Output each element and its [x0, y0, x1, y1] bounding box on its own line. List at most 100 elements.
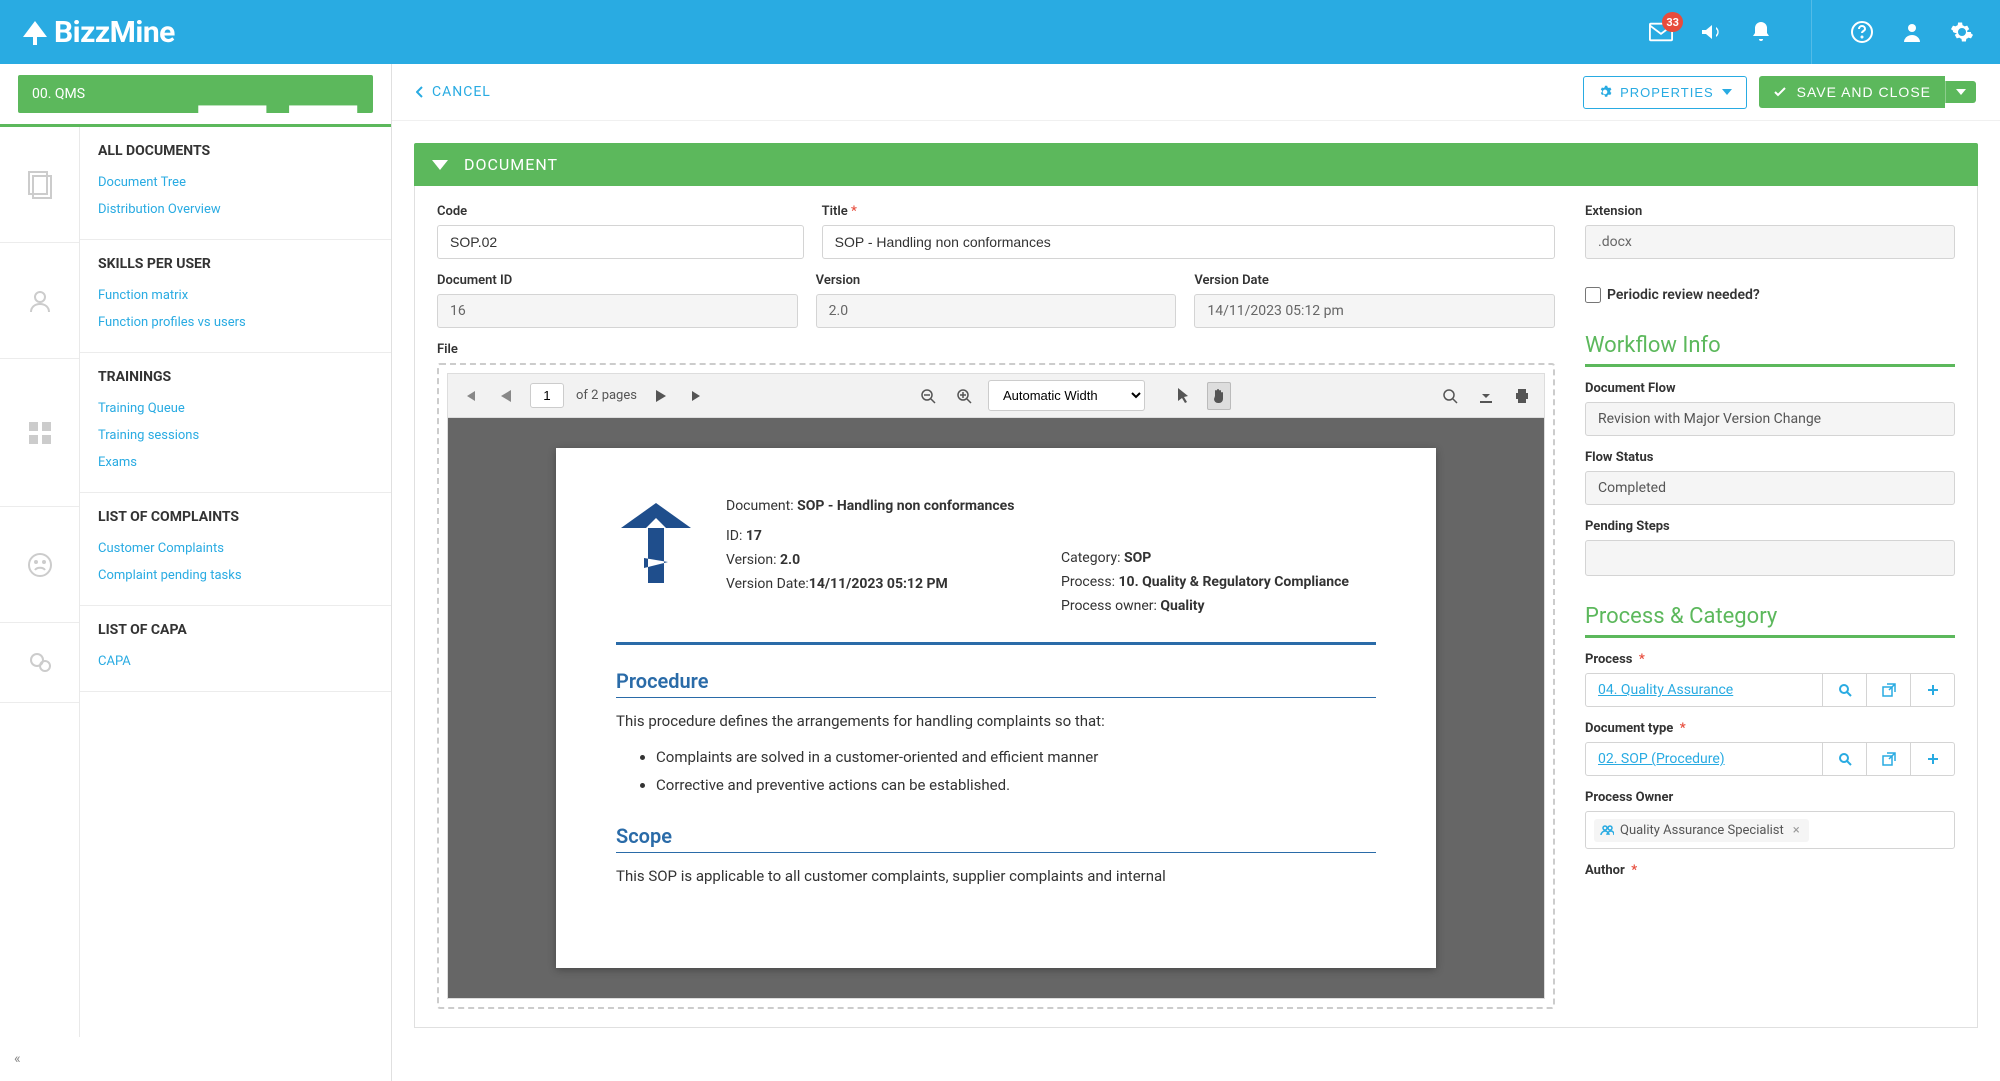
sidebar-icon-skills[interactable] — [0, 243, 79, 359]
owner-tag: Quality Assurance Specialist × — [1594, 819, 1809, 842]
extension-value: .docx — [1585, 225, 1955, 259]
file-viewer: of 2 pages Automatic Width — [437, 363, 1555, 1009]
version-date-value: 14/11/2023 05:12 pm — [1194, 294, 1555, 328]
code-label: Code — [437, 204, 804, 219]
process-add-icon[interactable] — [1911, 673, 1955, 707]
header-bar: BizzMine 33 — [0, 0, 2000, 64]
sidebar-section-title: LIST OF CAPA — [98, 622, 373, 638]
document-panel-title: DOCUMENT — [464, 155, 558, 174]
print-icon[interactable] — [1510, 382, 1534, 410]
sidebar-link-complaint-pending[interactable]: Complaint pending tasks — [98, 562, 373, 589]
last-page-icon[interactable] — [685, 382, 709, 410]
qms-selector[interactable]: 00. QMS — [18, 75, 373, 113]
save-button[interactable]: SAVE AND CLOSE — [1759, 76, 1945, 108]
first-page-icon[interactable] — [458, 382, 482, 410]
bell-icon[interactable] — [1749, 20, 1773, 44]
download-icon[interactable] — [1474, 382, 1498, 410]
module-icon — [196, 85, 360, 103]
sidebar-icon-trainings[interactable] — [0, 359, 79, 507]
cancel-button[interactable]: CANCEL — [416, 84, 491, 100]
zoom-out-icon[interactable] — [916, 382, 940, 410]
document-panel-header[interactable]: DOCUMENT — [414, 143, 1978, 186]
sidebar-section-title: TRAININGS — [98, 369, 373, 385]
owner-label: Process Owner — [1585, 790, 1955, 805]
collapse-sidebar[interactable]: « — [0, 1037, 391, 1081]
save-dropdown[interactable] — [1945, 81, 1976, 103]
header-icons: 33 — [1649, 0, 1980, 64]
version-value: 2.0 — [816, 294, 1177, 328]
messages-icon[interactable]: 33 — [1649, 20, 1673, 44]
process-search-icon[interactable] — [1823, 673, 1867, 707]
section-scope: Scope — [616, 824, 1376, 853]
logo-icon — [20, 17, 50, 47]
process-category-title: Process & Category — [1585, 604, 1955, 638]
file-toolbar: of 2 pages Automatic Width — [447, 373, 1545, 418]
search-icon[interactable] — [1438, 382, 1462, 410]
chevron-down-icon — [432, 160, 448, 170]
sidebar-link-exams[interactable]: Exams — [98, 449, 373, 476]
flow-label: Document Flow — [1585, 381, 1955, 396]
extension-label: Extension — [1585, 204, 1955, 219]
next-page-icon[interactable] — [649, 382, 673, 410]
hand-icon[interactable] — [1207, 382, 1231, 410]
page-sheet: Document: SOP - Handling non conformance… — [556, 448, 1436, 968]
qms-label: 00. QMS — [32, 86, 196, 102]
file-label: File — [437, 342, 1555, 357]
doc-logo-icon — [616, 498, 696, 588]
doctype-add-icon[interactable] — [1911, 742, 1955, 776]
code-input[interactable] — [437, 225, 804, 259]
owner-tag-box[interactable]: Quality Assurance Specialist × — [1585, 811, 1955, 849]
workflow-title: Workflow Info — [1585, 333, 1955, 367]
sidebar-section-title: LIST OF COMPLAINTS — [98, 509, 373, 525]
sidebar-link-customer-complaints[interactable]: Customer Complaints — [98, 535, 373, 562]
sidebar-link-function-profiles[interactable]: Function profiles vs users — [98, 309, 373, 336]
id-value: 16 — [437, 294, 798, 328]
sidebar-section-title: SKILLS PER USER — [98, 256, 373, 272]
sidebar-icon-capa[interactable] — [0, 623, 79, 703]
prev-page-icon[interactable] — [494, 382, 518, 410]
periodic-label: Periodic review needed? — [1607, 287, 1760, 303]
announce-icon[interactable] — [1699, 20, 1723, 44]
periodic-checkbox[interactable] — [1585, 287, 1601, 303]
sidebar-nav: ALL DOCUMENTS Document Tree Distribution… — [80, 127, 391, 1037]
cancel-label: CANCEL — [432, 84, 491, 100]
zoom-select[interactable]: Automatic Width — [988, 380, 1145, 411]
status-label: Flow Status — [1585, 450, 1955, 465]
messages-badge: 33 — [1662, 12, 1683, 32]
sidebar-link-training-sessions[interactable]: Training sessions — [98, 422, 373, 449]
sidebar-link-training-queue[interactable]: Training Queue — [98, 395, 373, 422]
process-picker-value[interactable]: 04. Quality Assurance — [1585, 673, 1823, 707]
process-open-icon[interactable] — [1867, 673, 1911, 707]
cursor-icon[interactable] — [1171, 382, 1195, 410]
sidebar: 00. QMS ALL DOCUMENTS Document Tree Dist… — [0, 64, 392, 1081]
version-label: Version — [816, 273, 1177, 288]
page-canvas[interactable]: Document: SOP - Handling non conformance… — [447, 418, 1545, 999]
properties-label: PROPERTIES — [1620, 85, 1714, 100]
zoom-in-icon[interactable] — [952, 382, 976, 410]
sidebar-icon-complaints[interactable] — [0, 507, 79, 623]
page-total: of 2 pages — [576, 388, 637, 403]
doctype-open-icon[interactable] — [1867, 742, 1911, 776]
sidebar-link-capa[interactable]: CAPA — [98, 648, 373, 675]
action-bar: CANCEL PROPERTIES SAVE AND CLOSE — [392, 64, 2000, 121]
sidebar-link-document-tree[interactable]: Document Tree — [98, 169, 373, 196]
gear-icon[interactable] — [1950, 20, 1974, 44]
doctype-picker-value[interactable]: 02. SOP (Procedure) — [1585, 742, 1823, 776]
sidebar-icon-documents[interactable] — [0, 127, 79, 243]
help-icon[interactable] — [1850, 20, 1874, 44]
status-value: Completed — [1585, 471, 1955, 505]
doctype-search-icon[interactable] — [1823, 742, 1867, 776]
sidebar-link-distribution-overview[interactable]: Distribution Overview — [98, 196, 373, 223]
save-label: SAVE AND CLOSE — [1797, 84, 1931, 100]
page-input[interactable] — [530, 383, 564, 408]
logo[interactable]: BizzMine — [20, 15, 175, 50]
sidebar-section-title: ALL DOCUMENTS — [98, 143, 373, 159]
sidebar-link-function-matrix[interactable]: Function matrix — [98, 282, 373, 309]
people-icon — [1600, 823, 1614, 837]
brand-name: BizzMine — [54, 15, 175, 50]
owner-remove-icon[interactable]: × — [1790, 823, 1803, 838]
properties-button[interactable]: PROPERTIES — [1583, 76, 1747, 109]
title-input[interactable] — [822, 225, 1555, 259]
id-label: Document ID — [437, 273, 798, 288]
user-icon[interactable] — [1900, 20, 1924, 44]
